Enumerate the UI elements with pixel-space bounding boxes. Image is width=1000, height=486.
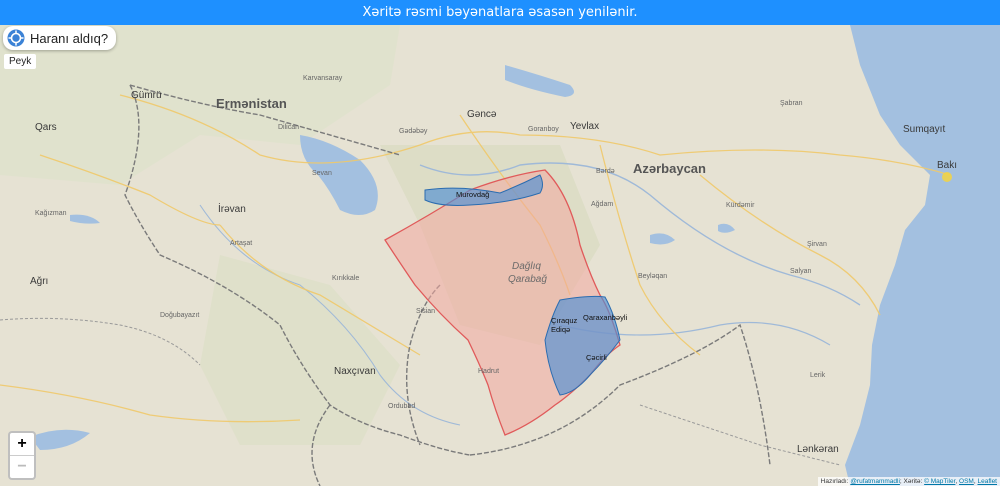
label-small: Hadrut xyxy=(478,368,499,375)
zoom-in-button[interactable]: + xyxy=(10,433,34,455)
label-small: Doğubayazıt xyxy=(160,312,199,319)
label-ediqe: Ediqə xyxy=(551,325,570,334)
label-irevan: İrəvan xyxy=(218,202,246,215)
where-captured-label: Haranı aldıq? xyxy=(30,30,109,46)
label-azerbaijan: Azərbaycan xyxy=(633,161,706,176)
label-small: Dilican xyxy=(278,124,299,131)
label-small: Karvansaray xyxy=(303,75,343,82)
label-small: Kağızman xyxy=(35,210,67,217)
label-small: Sevan xyxy=(312,170,332,177)
label-naxcivan: Naxçıvan xyxy=(334,366,376,377)
maptiler-link[interactable]: © MapTiler xyxy=(924,478,955,485)
label-small: Şirvan xyxy=(807,241,827,248)
label-agri: Ağrı xyxy=(30,276,48,287)
label-daglig: Dağlıq xyxy=(512,261,541,272)
attribution-sep: , xyxy=(973,478,976,485)
label-ciraquz: Çıraquz xyxy=(551,316,578,325)
osm-link[interactable]: OSM xyxy=(959,478,974,485)
label-small: Salyan xyxy=(790,268,812,275)
label-yevlax: Yevlax xyxy=(570,121,599,132)
label-sumqayit: Sumqayıt xyxy=(903,124,945,135)
label-qarabag: Qarabağ xyxy=(508,274,547,285)
label-small: Kırıkkale xyxy=(332,275,359,282)
author-link[interactable]: @rufatmammadli xyxy=(850,478,900,485)
label-small: Kürdəmir xyxy=(726,202,755,209)
label-small: Gədəbəy xyxy=(399,128,428,135)
label-small: Bərdə xyxy=(596,168,615,175)
label-gence: Gəncə xyxy=(467,109,497,120)
label-cicirli: Çəcirli xyxy=(586,353,607,362)
label-qars: Qars xyxy=(35,122,57,133)
label-small: Ordubad xyxy=(388,403,415,410)
attribution-prefix: Hazırladı: xyxy=(820,478,849,485)
where-captured-button[interactable]: Haranı aldıq? xyxy=(3,26,117,50)
label-gumri: Gümrü xyxy=(131,90,162,101)
crosshair-icon xyxy=(7,29,25,47)
attribution-sep: , xyxy=(955,478,958,485)
satellite-layer-button[interactable]: Peyk xyxy=(4,54,37,69)
label-small: Lerik xyxy=(810,372,826,379)
label-armenia: Ermənistan xyxy=(216,96,287,111)
label-small: Beyləqan xyxy=(638,273,667,280)
map-canvas: Ermənistan Azərbaycan Gümrü Qars İrəvan … xyxy=(0,25,1000,486)
label-small: Artaşat xyxy=(230,240,252,247)
zoom-control: + − xyxy=(8,431,36,480)
info-banner: Xəritə rəsmi bəyənatlara əsasən yeniləni… xyxy=(0,0,1000,25)
label-small: Ağdam xyxy=(591,201,613,208)
leaflet-link[interactable]: Leaflet xyxy=(977,478,997,485)
attribution-sep: ; Xəritə: xyxy=(899,478,923,485)
banner-text: Xəritə rəsmi bəyənatlara əsasən yeniləni… xyxy=(362,5,638,20)
label-small: Sisian xyxy=(416,308,435,315)
map-attribution: Hazırladı: @rufatmammadli; Xəritə: © Map… xyxy=(817,477,1000,486)
label-baki: Bakı xyxy=(937,160,957,171)
label-murovdag: Murovdağ xyxy=(456,190,489,199)
label-small: Şabran xyxy=(780,100,803,107)
label-qaraxanbeyli: Qaraxanbəyli xyxy=(583,313,628,322)
map-view[interactable]: Ermənistan Azərbaycan Gümrü Qars İrəvan … xyxy=(0,25,1000,486)
label-small: Goranboy xyxy=(528,126,559,133)
label-lenkeran: Lənkəran xyxy=(797,444,839,455)
zoom-out-button[interactable]: − xyxy=(10,455,34,478)
